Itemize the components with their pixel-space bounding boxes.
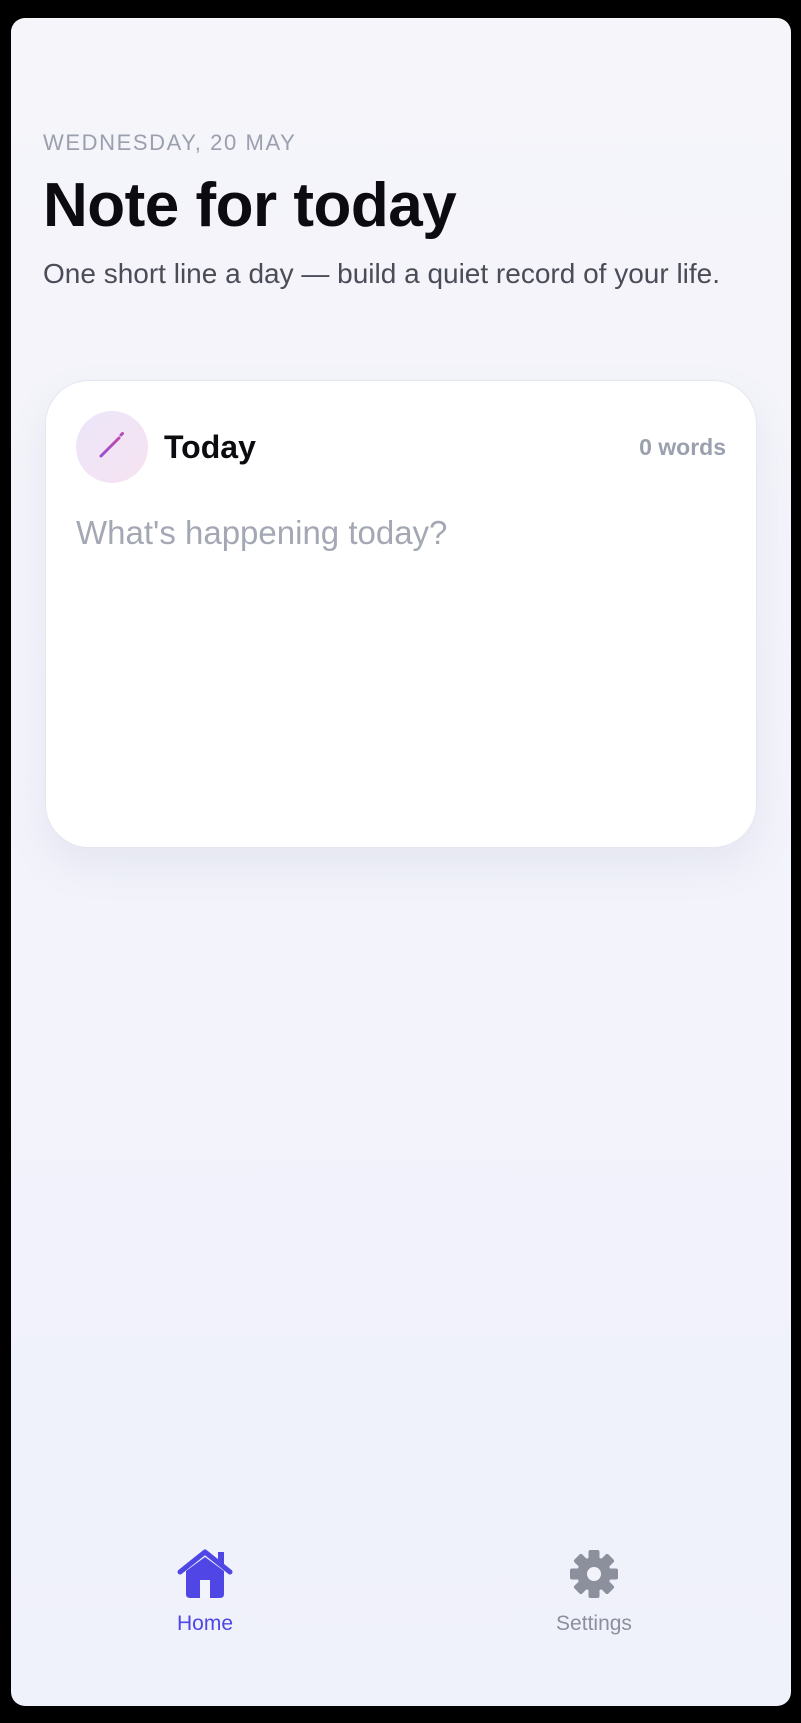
- tab-bar: Home Settings: [11, 1548, 791, 1658]
- page-header: WEDNESDAY, 20 MAY Note for today One sho…: [43, 130, 759, 294]
- tab-settings-label: Settings: [556, 1612, 632, 1635]
- note-card-header: Today 0 words: [76, 411, 726, 483]
- page-subtitle: One short line a day — build a quiet rec…: [43, 258, 721, 289]
- note-input[interactable]: [76, 511, 726, 811]
- tab-home-label: Home: [176, 1612, 234, 1635]
- page-title: Note for today: [43, 171, 457, 240]
- word-count: 0 words: [639, 433, 726, 460]
- note-card-title: Today: [164, 428, 256, 465]
- tab-settings[interactable]: Settings: [514, 1548, 674, 1637]
- home-icon: [177, 1548, 233, 1605]
- note-card: Today 0 words: [45, 380, 757, 848]
- tab-home[interactable]: Home: [125, 1548, 285, 1637]
- date-label: WEDNESDAY, 20 MAY: [43, 130, 297, 155]
- pen-icon: [76, 411, 148, 483]
- app-screen: WEDNESDAY, 20 MAY Note for today One sho…: [11, 18, 791, 1706]
- gear-icon: [568, 1548, 620, 1605]
